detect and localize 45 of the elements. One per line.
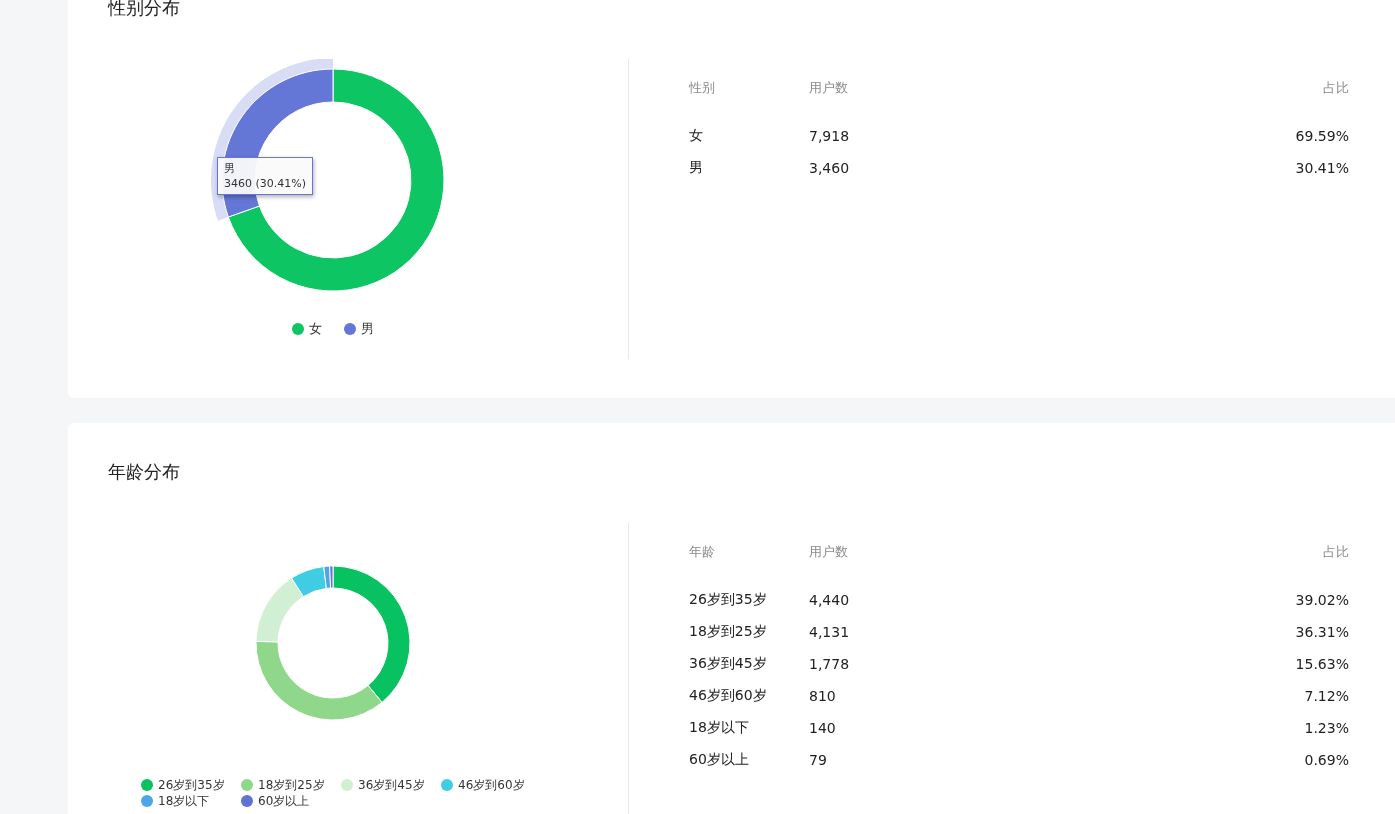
donut-slice[interactable]: [291, 566, 327, 598]
legend-label[interactable]: 36岁到45岁: [358, 777, 425, 793]
table-cell-text: 7.12%: [1303, 687, 1349, 706]
table-cell-text: 46岁到60岁: [689, 686, 768, 705]
table-cell-text: 7,918: [809, 127, 851, 146]
table-cell-text: 4,440: [809, 591, 851, 610]
donut-slice[interactable]: [255, 640, 383, 721]
legend-label[interactable]: 46岁到60岁: [458, 777, 525, 793]
column-header: 占比: [1322, 79, 1349, 97]
column-header: 性别: [689, 79, 809, 120]
section-title: 年龄分布: [108, 460, 180, 484]
column-header: 年龄: [689, 543, 809, 584]
legend-label[interactable]: 18岁到25岁: [258, 777, 325, 793]
column-header: 占比: [1322, 543, 1349, 561]
table-cell-text: 60岁以上: [689, 750, 750, 769]
donut-slice[interactable]: [329, 565, 334, 589]
table-cell-text: 30.41%: [1294, 159, 1349, 178]
table-cell-text: 36岁到45岁: [689, 654, 768, 673]
donut-slice[interactable]: [332, 565, 411, 703]
column-header: 用户数: [809, 543, 849, 561]
chart-tooltip: 男 3460 (30.41%): [217, 157, 314, 195]
table-cell-text: 男: [689, 158, 704, 177]
legend-label[interactable]: 18岁以下: [158, 793, 210, 809]
table-cell-text: 140: [809, 719, 837, 738]
legend-label[interactable]: 26岁到35岁: [158, 777, 225, 793]
table-cell-text: 810: [809, 687, 837, 706]
column-header: 用户数: [809, 79, 849, 97]
section-title: 性别分布: [108, 0, 180, 20]
table-cell-text: 36.31%: [1294, 623, 1349, 642]
table-cell: 18岁到25岁: [689, 616, 809, 648]
legend-label[interactable]: 女: [309, 321, 322, 337]
table-cell-text: 18岁以下: [689, 718, 750, 737]
table-cell: 26岁到35岁: [689, 584, 809, 616]
table-cell-text: 1,778: [809, 655, 851, 674]
table-cell-text: 0.69%: [1303, 751, 1349, 770]
table-cell-text: 15.63%: [1294, 655, 1349, 674]
table-cell-text: 69.59%: [1294, 127, 1349, 146]
table-cell-text: 4,131: [809, 623, 851, 642]
table-cell-text: 39.02%: [1294, 591, 1349, 610]
legend-label[interactable]: 男: [361, 321, 374, 337]
table-cell-text: 女: [689, 126, 704, 145]
table-cell-text: 79: [809, 751, 828, 770]
table-cell-text: 1.23%: [1303, 719, 1349, 738]
table-cell-text: 3,460: [809, 159, 851, 178]
legend-label[interactable]: 60岁以上: [258, 793, 310, 809]
